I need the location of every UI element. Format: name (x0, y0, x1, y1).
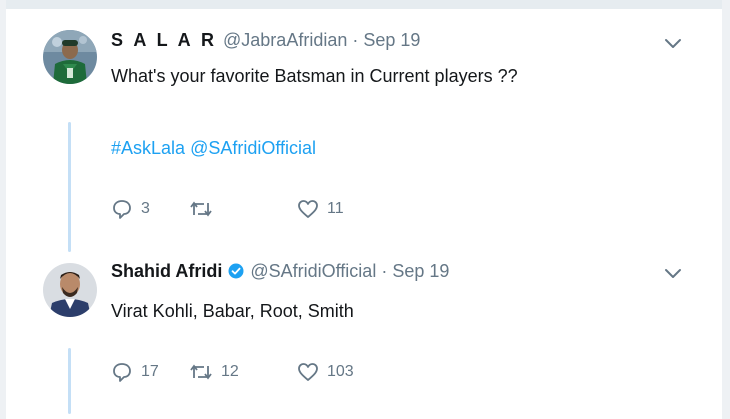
reply-button[interactable]: 3 (111, 198, 189, 220)
user-handle[interactable]: @SAfridiOfficial (250, 261, 376, 282)
top-divider (0, 0, 730, 9)
tweet-header: Shahid Afridi @SAfridiOfficial · Sep 19 (111, 261, 449, 285)
tweet-text: What's your favorite Batsman in Current … (111, 66, 518, 86)
avatar[interactable] (43, 30, 97, 84)
like-count: 103 (327, 363, 354, 380)
display-name[interactable]: S A L A R (111, 30, 217, 51)
separator-dot: · (381, 261, 388, 281)
retweet-button[interactable] (189, 198, 297, 220)
chevron-down-icon[interactable] (664, 268, 682, 280)
heart-icon (298, 363, 318, 381)
retweet-icon (190, 364, 212, 380)
hashtag-link[interactable]: #AskLala (111, 138, 185, 158)
reply-icon (113, 363, 131, 382)
tweet-links: #AskLala @SAfridiOfficial (111, 138, 316, 159)
avatar[interactable] (43, 263, 97, 317)
tweet-date[interactable]: Sep 19 (392, 261, 449, 282)
tweet-text: Virat Kohli, Babar, Root, Smith (111, 301, 354, 321)
separator-dot: · (352, 30, 359, 50)
retweet-icon (190, 201, 212, 217)
like-count: 11 (327, 200, 344, 217)
tweet-date[interactable]: Sep 19 (363, 30, 420, 51)
thread-connector (68, 348, 71, 414)
reply-icon (113, 200, 131, 219)
user-handle[interactable]: @JabraAfridian (223, 30, 347, 51)
retweet-count: 12 (221, 363, 239, 380)
reply-count: 3 (141, 200, 150, 217)
retweet-button[interactable]: 12 (189, 361, 297, 383)
mention-link[interactable]: @SAfridiOfficial (190, 138, 316, 158)
like-button[interactable]: 11 (297, 198, 344, 220)
chevron-down-icon[interactable] (664, 38, 682, 50)
right-edge (722, 0, 730, 419)
display-name[interactable]: Shahid Afridi (111, 261, 222, 282)
tweet-actions: 3 11 (111, 197, 344, 221)
tweet-header: S A L A R @JabraAfridian · Sep 19 (111, 30, 420, 54)
reply-count: 17 (141, 363, 159, 380)
reply-button[interactable]: 17 (111, 361, 189, 383)
thread-connector (68, 122, 71, 252)
verified-badge-icon (228, 263, 244, 279)
heart-icon (298, 200, 318, 218)
tweet-actions: 17 12 103 (111, 360, 354, 384)
like-button[interactable]: 103 (297, 361, 354, 383)
